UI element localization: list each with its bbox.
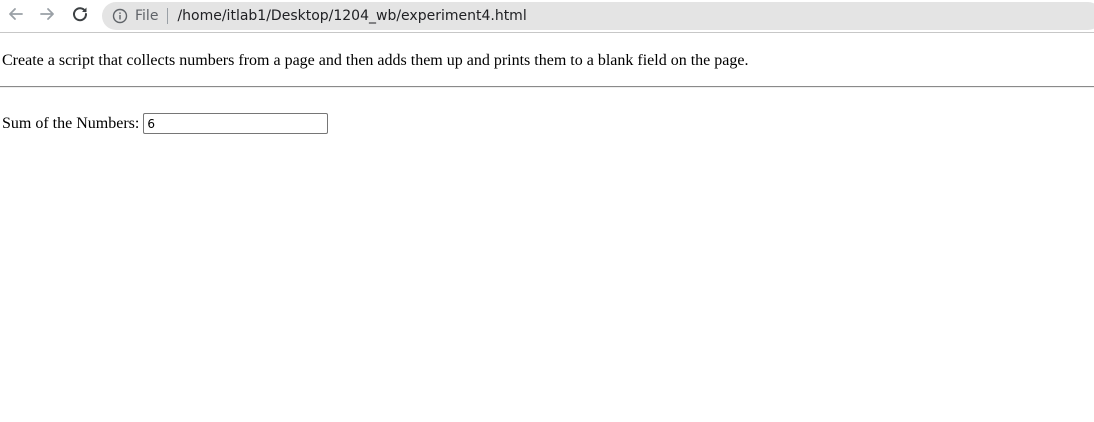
sum-row: Sum of the Numbers: (2, 113, 329, 134)
divider (0, 86, 1094, 88)
url-text[interactable]: /home/itlab1/Desktop/1204_wb/experiment4… (177, 8, 526, 24)
address-separator (167, 8, 169, 24)
arrow-right-icon (38, 5, 56, 28)
back-button[interactable] (4, 4, 28, 28)
reload-icon (71, 5, 89, 28)
reload-button[interactable] (68, 4, 92, 28)
scheme-label: File (135, 8, 159, 24)
browser-toolbar: File /home/itlab1/Desktop/1204_wb/experi… (0, 0, 1094, 33)
arrow-left-icon (7, 5, 25, 28)
info-icon[interactable] (112, 8, 128, 24)
sum-label: Sum of the Numbers: (2, 114, 140, 132)
forward-button[interactable] (35, 4, 59, 28)
address-bar[interactable]: File /home/itlab1/Desktop/1204_wb/experi… (102, 2, 1094, 30)
page-description: Create a script that collects numbers fr… (2, 52, 749, 69)
sum-input[interactable] (143, 113, 329, 134)
